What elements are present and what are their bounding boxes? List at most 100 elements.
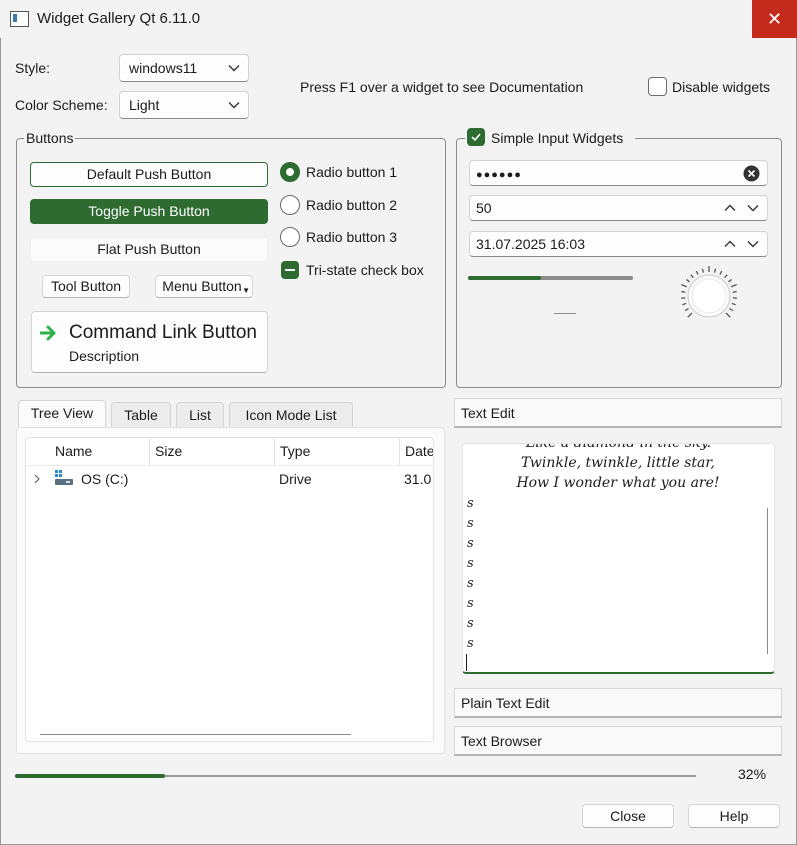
table-row[interactable]: OS (C:) Drive 31.07	[26, 467, 433, 491]
toolbox-plain-text-edit-header[interactable]: Plain Text Edit	[454, 688, 782, 718]
app-icon	[10, 11, 29, 27]
close-window-button[interactable]: ✕	[752, 0, 797, 38]
progress-label: 32%	[738, 766, 767, 782]
command-link-description: Description	[69, 348, 140, 364]
disable-widgets-checkbox[interactable]	[648, 77, 667, 96]
command-link-button[interactable]: Command Link Button Description	[31, 311, 268, 373]
window-title: Widget Gallery Qt 6.11.0	[37, 10, 201, 27]
menu-button[interactable]: Menu Button ▼	[155, 275, 253, 298]
datetime-value: 31.07.2025 16:03	[476, 236, 585, 252]
dial-tick	[681, 291, 686, 293]
spin-box[interactable]: 50	[469, 195, 768, 221]
row-name: OS (C:)	[81, 471, 129, 487]
tab-list[interactable]: List	[176, 402, 224, 427]
tab-icon-mode-list[interactable]: Icon Mode List	[229, 402, 353, 427]
dial-tick	[690, 274, 694, 279]
simple-input-group-title: Simple Input Widgets	[491, 130, 624, 146]
menu-indicator-icon: ▼	[242, 286, 250, 295]
spin-box-value: 50	[476, 200, 492, 216]
chevron-up-icon[interactable]	[724, 204, 736, 212]
text-cursor	[466, 654, 467, 671]
text-edit-line: s	[467, 556, 474, 571]
column-separator	[274, 437, 275, 465]
password-field[interactable]: ●●●●●●	[469, 160, 768, 186]
chevron-down-icon[interactable]	[747, 204, 759, 212]
dial-tick	[731, 302, 736, 306]
color-scheme-label: Color Scheme:	[15, 97, 108, 113]
progress-bar	[15, 774, 696, 778]
dial-tick	[729, 308, 734, 312]
style-combobox-value: windows11	[129, 60, 198, 76]
row-type: Drive	[279, 471, 312, 487]
slider-fill	[468, 276, 541, 280]
arrow-right-icon	[40, 325, 56, 341]
disable-widgets-label: Disable widgets	[672, 79, 771, 95]
chevron-down-icon	[228, 65, 240, 72]
scrollbar-handle[interactable]	[554, 313, 576, 314]
close-button[interactable]: Close	[582, 804, 674, 828]
radio-button-3-label: Radio button 3	[306, 229, 398, 245]
clear-icon[interactable]	[743, 165, 760, 182]
toolbox-text-browser-header[interactable]: Text Browser	[454, 726, 782, 756]
color-scheme-combobox[interactable]: Light	[119, 91, 249, 119]
dial-tick	[732, 291, 737, 293]
text-edit-line: s	[467, 496, 474, 511]
column-separator	[399, 437, 400, 465]
radio-button-3[interactable]	[280, 227, 300, 247]
default-push-button[interactable]: Default Push Button	[30, 162, 268, 187]
vertical-scrollbar[interactable]	[767, 508, 768, 654]
menu-button-label: Menu Button	[162, 278, 242, 294]
column-separator	[149, 437, 150, 465]
text-edit-line: How I wonder what you are!	[516, 475, 720, 491]
dial-tick	[682, 302, 687, 306]
text-edit-line: Twinkle, twinkle, little star,	[521, 455, 715, 471]
dial-tick	[695, 270, 699, 275]
command-link-title: Command Link Button	[69, 322, 257, 343]
chevron-up-icon[interactable]	[724, 240, 736, 248]
flat-push-button[interactable]: Flat Push Button	[30, 237, 268, 262]
help-button[interactable]: Help	[688, 804, 780, 828]
dial-tick	[725, 312, 731, 318]
text-edit-line: s	[467, 596, 474, 611]
radio-button-2-label: Radio button 2	[306, 197, 398, 213]
chevron-right-icon[interactable]	[34, 474, 40, 484]
datetime-edit[interactable]: 31.07.2025 16:03	[469, 231, 768, 257]
toolbox-text-edit-header[interactable]: Text Edit	[454, 398, 782, 428]
chevron-down-icon	[228, 102, 240, 109]
radio-button-2[interactable]	[280, 195, 300, 215]
column-header-date[interactable]: Date	[405, 443, 433, 459]
drive-icon	[55, 470, 73, 485]
radio-button-1[interactable]	[280, 162, 300, 182]
checkmark-icon	[471, 133, 481, 142]
text-edit-line: s	[467, 636, 474, 651]
toggle-push-button[interactable]: Toggle Push Button	[30, 199, 268, 224]
text-edit-line: s	[467, 616, 474, 631]
horizontal-slider[interactable]	[468, 276, 633, 280]
buttons-group-title: Buttons	[24, 130, 76, 146]
radio-button-1-label: Radio button 1	[306, 164, 398, 180]
dial-tick	[728, 279, 733, 283]
simple-input-checkbox[interactable]	[467, 128, 485, 146]
chevron-down-icon[interactable]	[747, 240, 759, 248]
tab-tree-view[interactable]: Tree View	[18, 400, 106, 427]
tristate-checkbox-label: Tri-state check box	[306, 262, 424, 278]
dial-tick	[685, 279, 690, 283]
horizontal-scrollbar[interactable]	[40, 734, 351, 735]
column-header-type[interactable]: Type	[280, 443, 310, 459]
dial-tick	[724, 274, 728, 279]
dial-tick	[719, 270, 723, 275]
style-label: Style:	[15, 60, 51, 76]
header-divider	[26, 465, 433, 466]
text-edit-line: Like a diamond in the sky.	[525, 443, 712, 451]
dial-tick	[701, 268, 704, 273]
dial[interactable]	[677, 265, 743, 327]
tab-table[interactable]: Table	[111, 402, 171, 427]
password-value: ●●●●●●	[476, 169, 522, 181]
tristate-checkbox[interactable]	[281, 261, 299, 279]
text-edit-line: s	[467, 536, 474, 551]
dial-tick	[687, 312, 693, 318]
style-combobox[interactable]: windows11	[119, 54, 249, 82]
tool-button[interactable]: Tool Button	[42, 275, 130, 298]
column-header-name[interactable]: Name	[55, 443, 92, 459]
column-header-size[interactable]: Size	[155, 443, 182, 459]
